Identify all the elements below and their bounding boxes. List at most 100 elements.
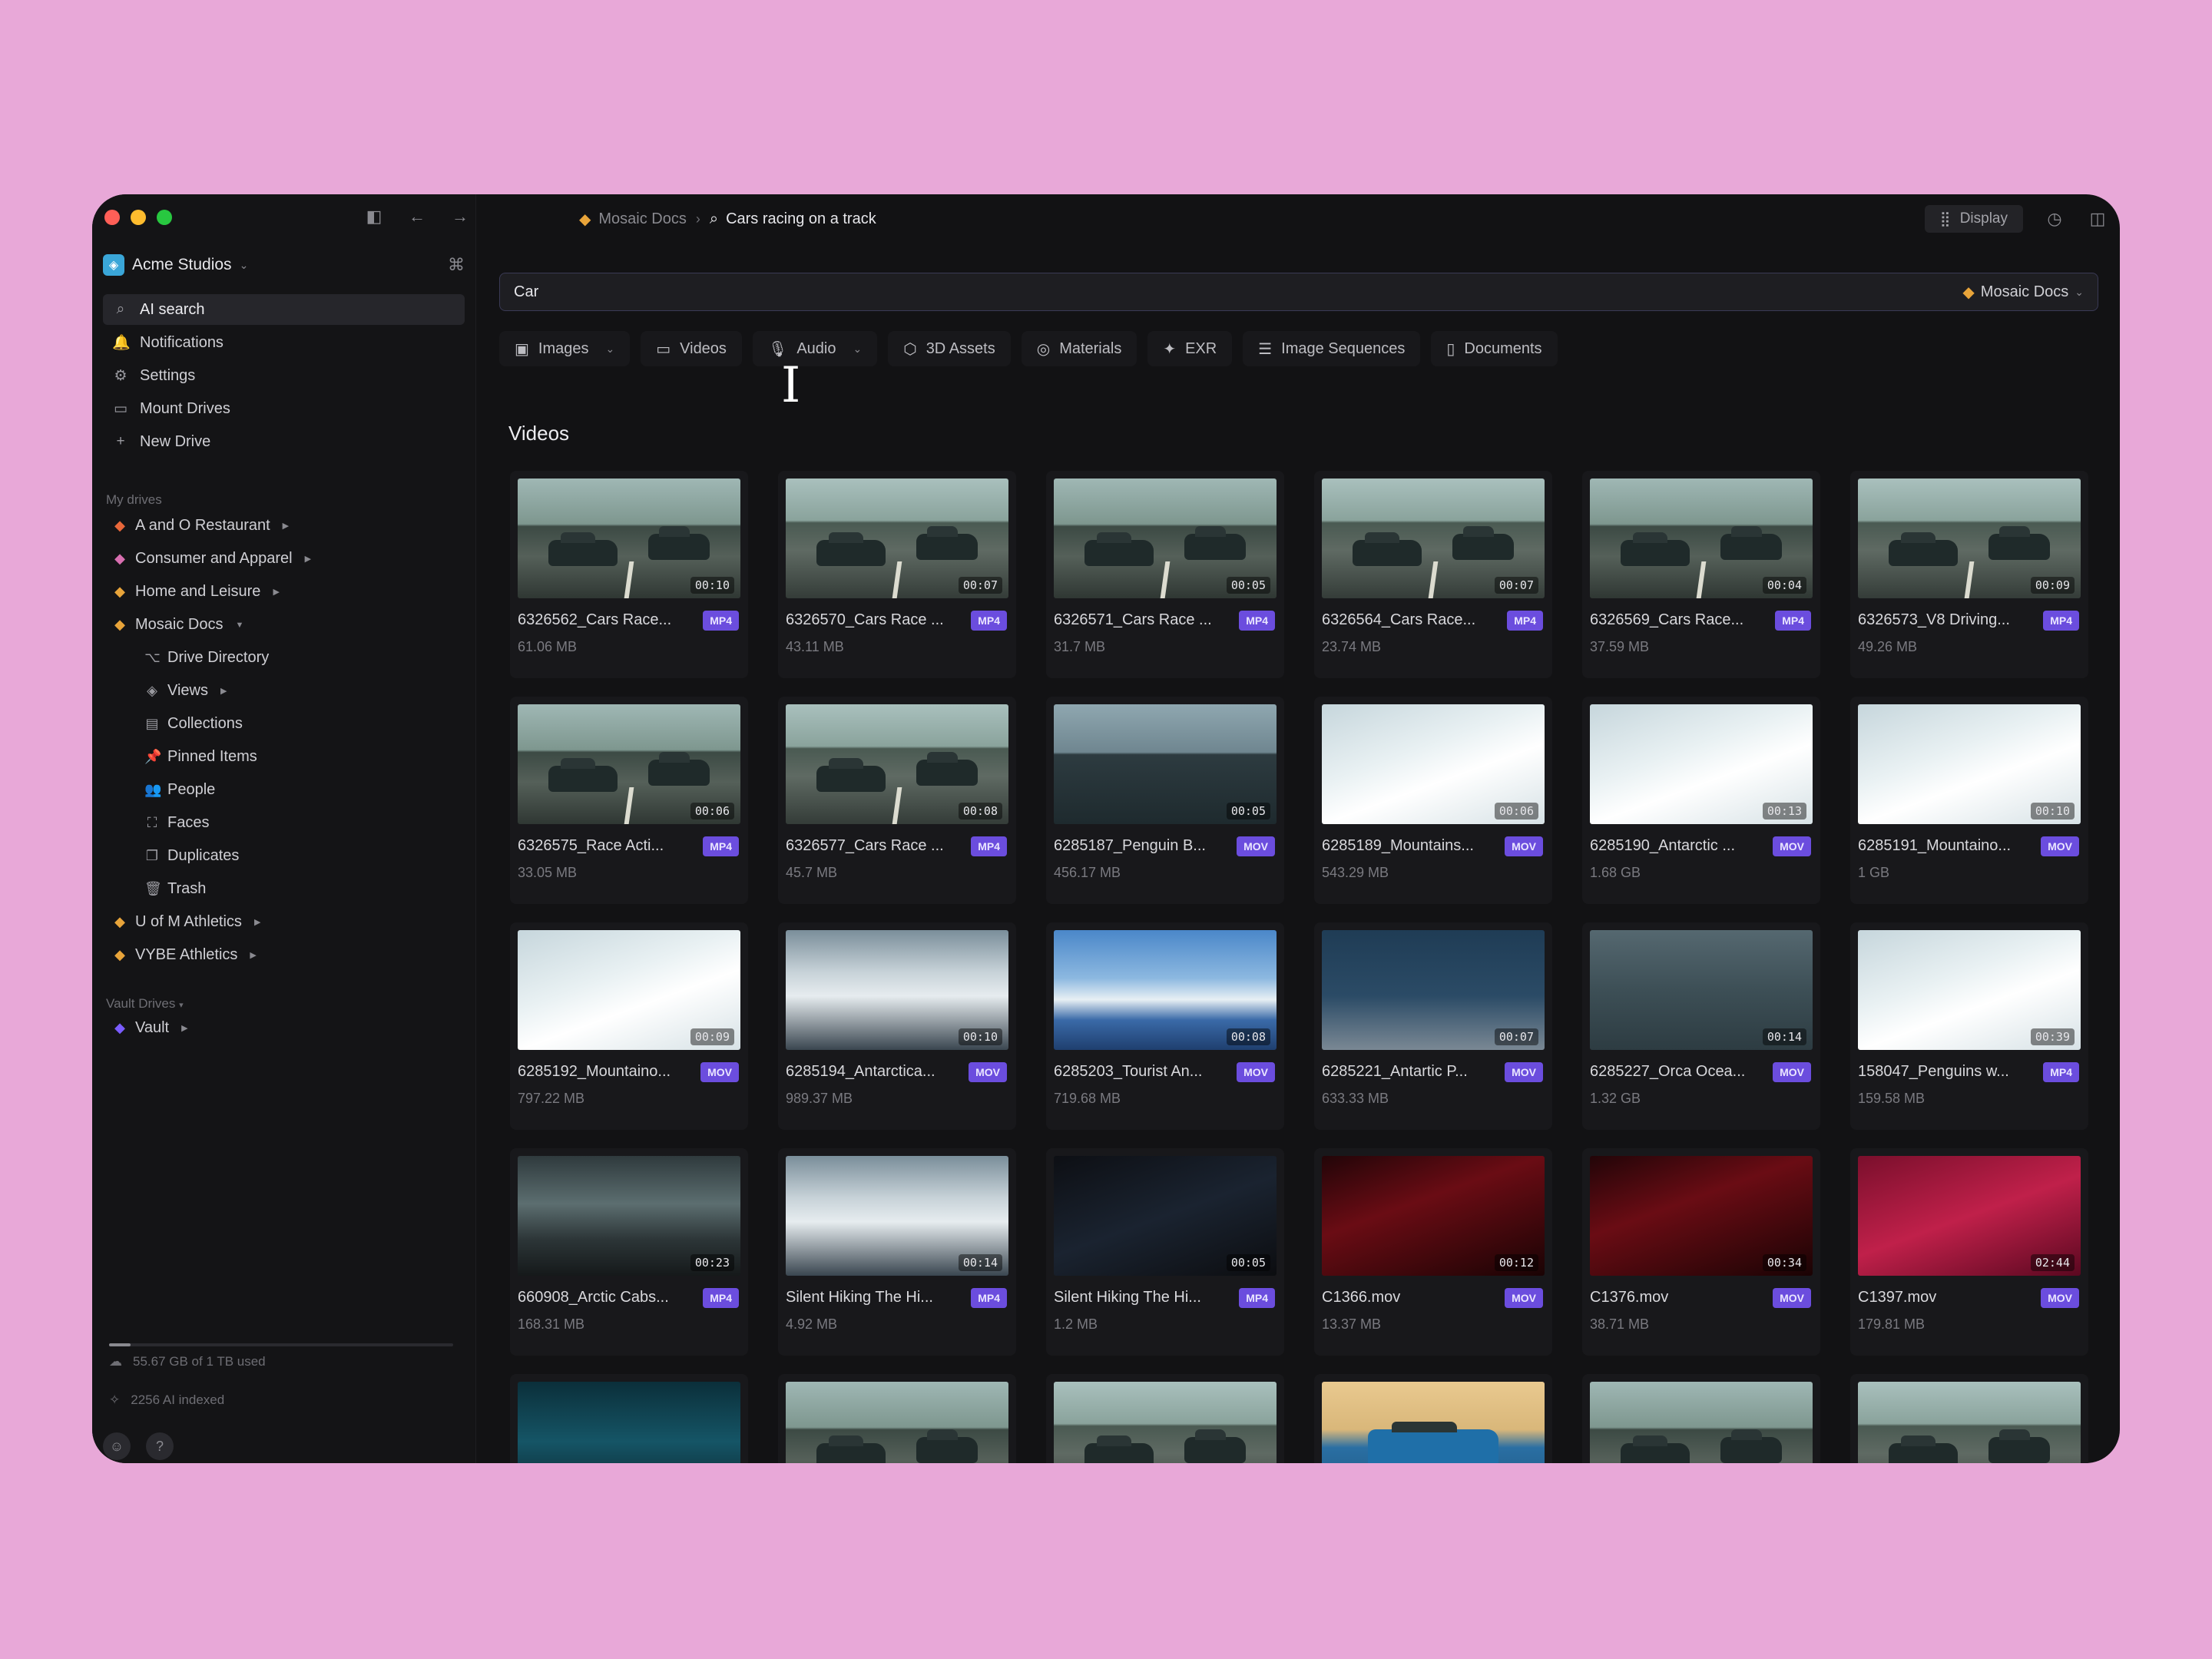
sidebar-item-mount-drives[interactable]: ▭ Mount Drives	[103, 393, 465, 424]
sidebar-toggle-icon[interactable]: ◧	[363, 205, 386, 228]
video-card[interactable]: 00:14 6285227_Orca Ocea... MOV 1.32 GB	[1582, 922, 1820, 1130]
video-card-partial[interactable]	[510, 1374, 748, 1463]
sidebar-item-new-drive[interactable]: + New Drive	[103, 426, 465, 457]
video-card[interactable]: 00:09 6285192_Mountaino... MOV 797.22 MB	[510, 922, 748, 1130]
video-thumbnail[interactable]: 00:04	[1590, 478, 1813, 598]
video-card[interactable]: 00:10 6326562_Cars Race... MP4 61.06 MB	[510, 471, 748, 678]
video-card[interactable]: 00:07 6326564_Cars Race... MP4 23.74 MB	[1314, 471, 1552, 678]
video-thumbnail[interactable]: 00:10	[786, 930, 1008, 1050]
video-card[interactable]: 00:07 6326570_Cars Race ... MP4 43.11 MB	[778, 471, 1016, 678]
close-window-button[interactable]	[104, 210, 120, 225]
video-thumbnail[interactable]: 00:13	[1590, 704, 1813, 824]
filter-audio[interactable]: 🎙 Audio ⌄	[752, 331, 878, 366]
video-thumbnail[interactable]: 00:06	[518, 704, 740, 824]
video-card[interactable]: 00:09 6326573_V8 Driving... MP4 49.26 MB	[1850, 471, 2088, 678]
chevron-right-icon[interactable]: ▶	[181, 1023, 187, 1033]
video-thumbnail[interactable]: 00:39	[1858, 930, 2081, 1050]
video-thumbnail[interactable]: 00:09	[518, 930, 740, 1050]
search-input[interactable]: Car ◆ Mosaic Docs ⌄	[499, 273, 2098, 311]
video-thumbnail[interactable]: 00:10	[518, 478, 740, 598]
video-thumbnail[interactable]	[1054, 1382, 1277, 1463]
video-thumbnail[interactable]: 00:12	[1322, 1156, 1545, 1276]
drive-item-mosaic-docs[interactable]: ◆ Mosaic Docs ▼	[103, 608, 465, 641]
video-card[interactable]: 00:39 158047_Penguins w... MP4 159.58 MB	[1850, 922, 2088, 1130]
drive-item-faces[interactable]: ⛶ Faces	[103, 806, 465, 839]
video-card-partial[interactable]	[1314, 1374, 1552, 1463]
help-icon[interactable]: ?	[146, 1432, 174, 1460]
panel-toggle-icon[interactable]: ◫	[2086, 207, 2109, 230]
filter-images[interactable]: ▣ Images ⌄	[499, 331, 631, 366]
display-button[interactable]: ⣿ Display	[1924, 205, 2023, 233]
drive-item-a-and-o-restaurant[interactable]: ◆ A and O Restaurant ▶	[103, 509, 465, 542]
video-card-partial[interactable]	[1046, 1374, 1284, 1463]
video-card[interactable]: 00:08 6285203_Tourist An... MOV 719.68 MB	[1046, 922, 1284, 1130]
filter-3d-assets[interactable]: ⬡ 3D Assets	[888, 331, 1011, 366]
video-card[interactable]: 00:34 C1376.mov MOV 38.71 MB	[1582, 1148, 1820, 1356]
video-card[interactable]: 00:04 6326569_Cars Race... MP4 37.59 MB	[1582, 471, 1820, 678]
drive-item-vybe-athletics[interactable]: ◆ VYBE Athletics ▶	[103, 939, 465, 972]
video-thumbnail[interactable]: 00:07	[786, 478, 1008, 598]
sidebar-item-settings[interactable]: ⚙ Settings	[103, 360, 465, 391]
video-thumbnail[interactable]: 00:05	[1054, 478, 1277, 598]
chevron-down-icon[interactable]: ▼	[235, 621, 243, 630]
video-card[interactable]: 00:05 6285187_Penguin B... MOV 456.17 MB	[1046, 697, 1284, 904]
drive-item-u-of-m-athletics[interactable]: ◆ U of M Athletics ▶	[103, 906, 465, 939]
filter-materials[interactable]: ◎ Materials	[1021, 331, 1137, 366]
drive-item-drive-directory[interactable]: ⌥ Drive Directory	[103, 641, 465, 674]
drive-item-home-and-leisure[interactable]: ◆ Home and Leisure ▶	[103, 575, 465, 608]
video-thumbnail[interactable]: 00:05	[1054, 704, 1277, 824]
back-arrow-icon[interactable]: ←	[406, 205, 429, 228]
video-thumbnail[interactable]: 00:05	[1054, 1156, 1277, 1276]
video-card[interactable]: 00:07 6285221_Antartic P... MOV 633.33 MB	[1314, 922, 1552, 1130]
video-card[interactable]: 02:44 C1397.mov MOV 179.81 MB	[1850, 1148, 2088, 1356]
video-thumbnail[interactable]: 00:08	[1054, 930, 1277, 1050]
video-thumbnail[interactable]: 00:06	[1322, 704, 1545, 824]
video-thumbnail[interactable]: 00:14	[786, 1156, 1008, 1276]
video-card[interactable]: 00:14 Silent Hiking The Hi... MP4 4.92 MB	[778, 1148, 1016, 1356]
video-card[interactable]: 00:10 6285191_Mountaino... MOV 1 GB	[1850, 697, 2088, 904]
drive-item-collections[interactable]: ▤ Collections	[103, 707, 465, 740]
video-thumbnail[interactable]: 02:44	[1858, 1156, 2081, 1276]
chevron-right-icon[interactable]: ▶	[273, 587, 279, 597]
workspace-switcher[interactable]: ◈ Acme Studios ⌄ ⌘	[103, 250, 465, 280]
video-thumbnail[interactable]: 00:10	[1858, 704, 2081, 824]
command-icon[interactable]: ⌘	[448, 255, 465, 275]
video-thumbnail[interactable]	[1858, 1382, 2081, 1463]
drive-item-duplicates[interactable]: ❐ Duplicates	[103, 839, 465, 873]
user-avatar[interactable]: ☺	[103, 1432, 131, 1460]
video-card[interactable]: 00:05 Silent Hiking The Hi... MP4 1.2 MB	[1046, 1148, 1284, 1356]
video-card-partial[interactable]	[1850, 1374, 2088, 1463]
video-card[interactable]: 00:06 6326575_Race Acti... MP4 33.05 MB	[510, 697, 748, 904]
chevron-right-icon[interactable]: ▶	[305, 554, 311, 564]
chevron-right-icon[interactable]: ▶	[254, 917, 260, 927]
filter-videos[interactable]: ▭ Videos	[641, 331, 742, 366]
minimize-window-button[interactable]	[131, 210, 146, 225]
video-thumbnail[interactable]: 00:07	[1322, 930, 1545, 1050]
video-card-partial[interactable]	[778, 1374, 1016, 1463]
video-thumbnail[interactable]: 00:34	[1590, 1156, 1813, 1276]
chevron-right-icon[interactable]: ▶	[250, 950, 256, 960]
drive-item-trash[interactable]: 🗑 Trash	[103, 873, 465, 906]
video-card[interactable]: 00:08 6326577_Cars Race ... MP4 45.7 MB	[778, 697, 1016, 904]
sidebar-item-notifications[interactable]: 🔔 Notifications	[103, 327, 465, 358]
video-card[interactable]: 00:10 6285194_Antarctica... MOV 989.37 MB	[778, 922, 1016, 1130]
drive-item-vault[interactable]: ◆ Vault ▶	[103, 1012, 465, 1045]
video-card-partial[interactable]	[1582, 1374, 1820, 1463]
video-card[interactable]: 00:06 6285189_Mountains... MOV 543.29 MB	[1314, 697, 1552, 904]
clock-icon[interactable]: ◷	[2043, 207, 2066, 230]
filter-documents[interactable]: ▯ Documents	[1431, 331, 1558, 366]
breadcrumb-drive[interactable]: Mosaic Docs	[598, 210, 686, 228]
video-thumbnail[interactable]	[1590, 1382, 1813, 1463]
video-thumbnail[interactable]: 00:09	[1858, 478, 2081, 598]
forward-arrow-icon[interactable]: →	[449, 205, 472, 228]
search-value[interactable]: Car	[514, 283, 538, 301]
maximize-window-button[interactable]	[157, 210, 172, 225]
video-card[interactable]: 00:13 6285190_Antarctic ... MOV 1.68 GB	[1582, 697, 1820, 904]
drive-item-people[interactable]: 👥 People	[103, 773, 465, 806]
breadcrumb[interactable]: ◆ Mosaic Docs	[579, 210, 687, 229]
drive-item-pinned-items[interactable]: 📌 Pinned Items	[103, 740, 465, 773]
video-card[interactable]: 00:05 6326571_Cars Race ... MP4 31.7 MB	[1046, 471, 1284, 678]
video-thumbnail[interactable]: 00:14	[1590, 930, 1813, 1050]
video-thumbnail[interactable]	[1322, 1382, 1545, 1463]
filter-exr[interactable]: ✦ EXR	[1147, 331, 1233, 366]
